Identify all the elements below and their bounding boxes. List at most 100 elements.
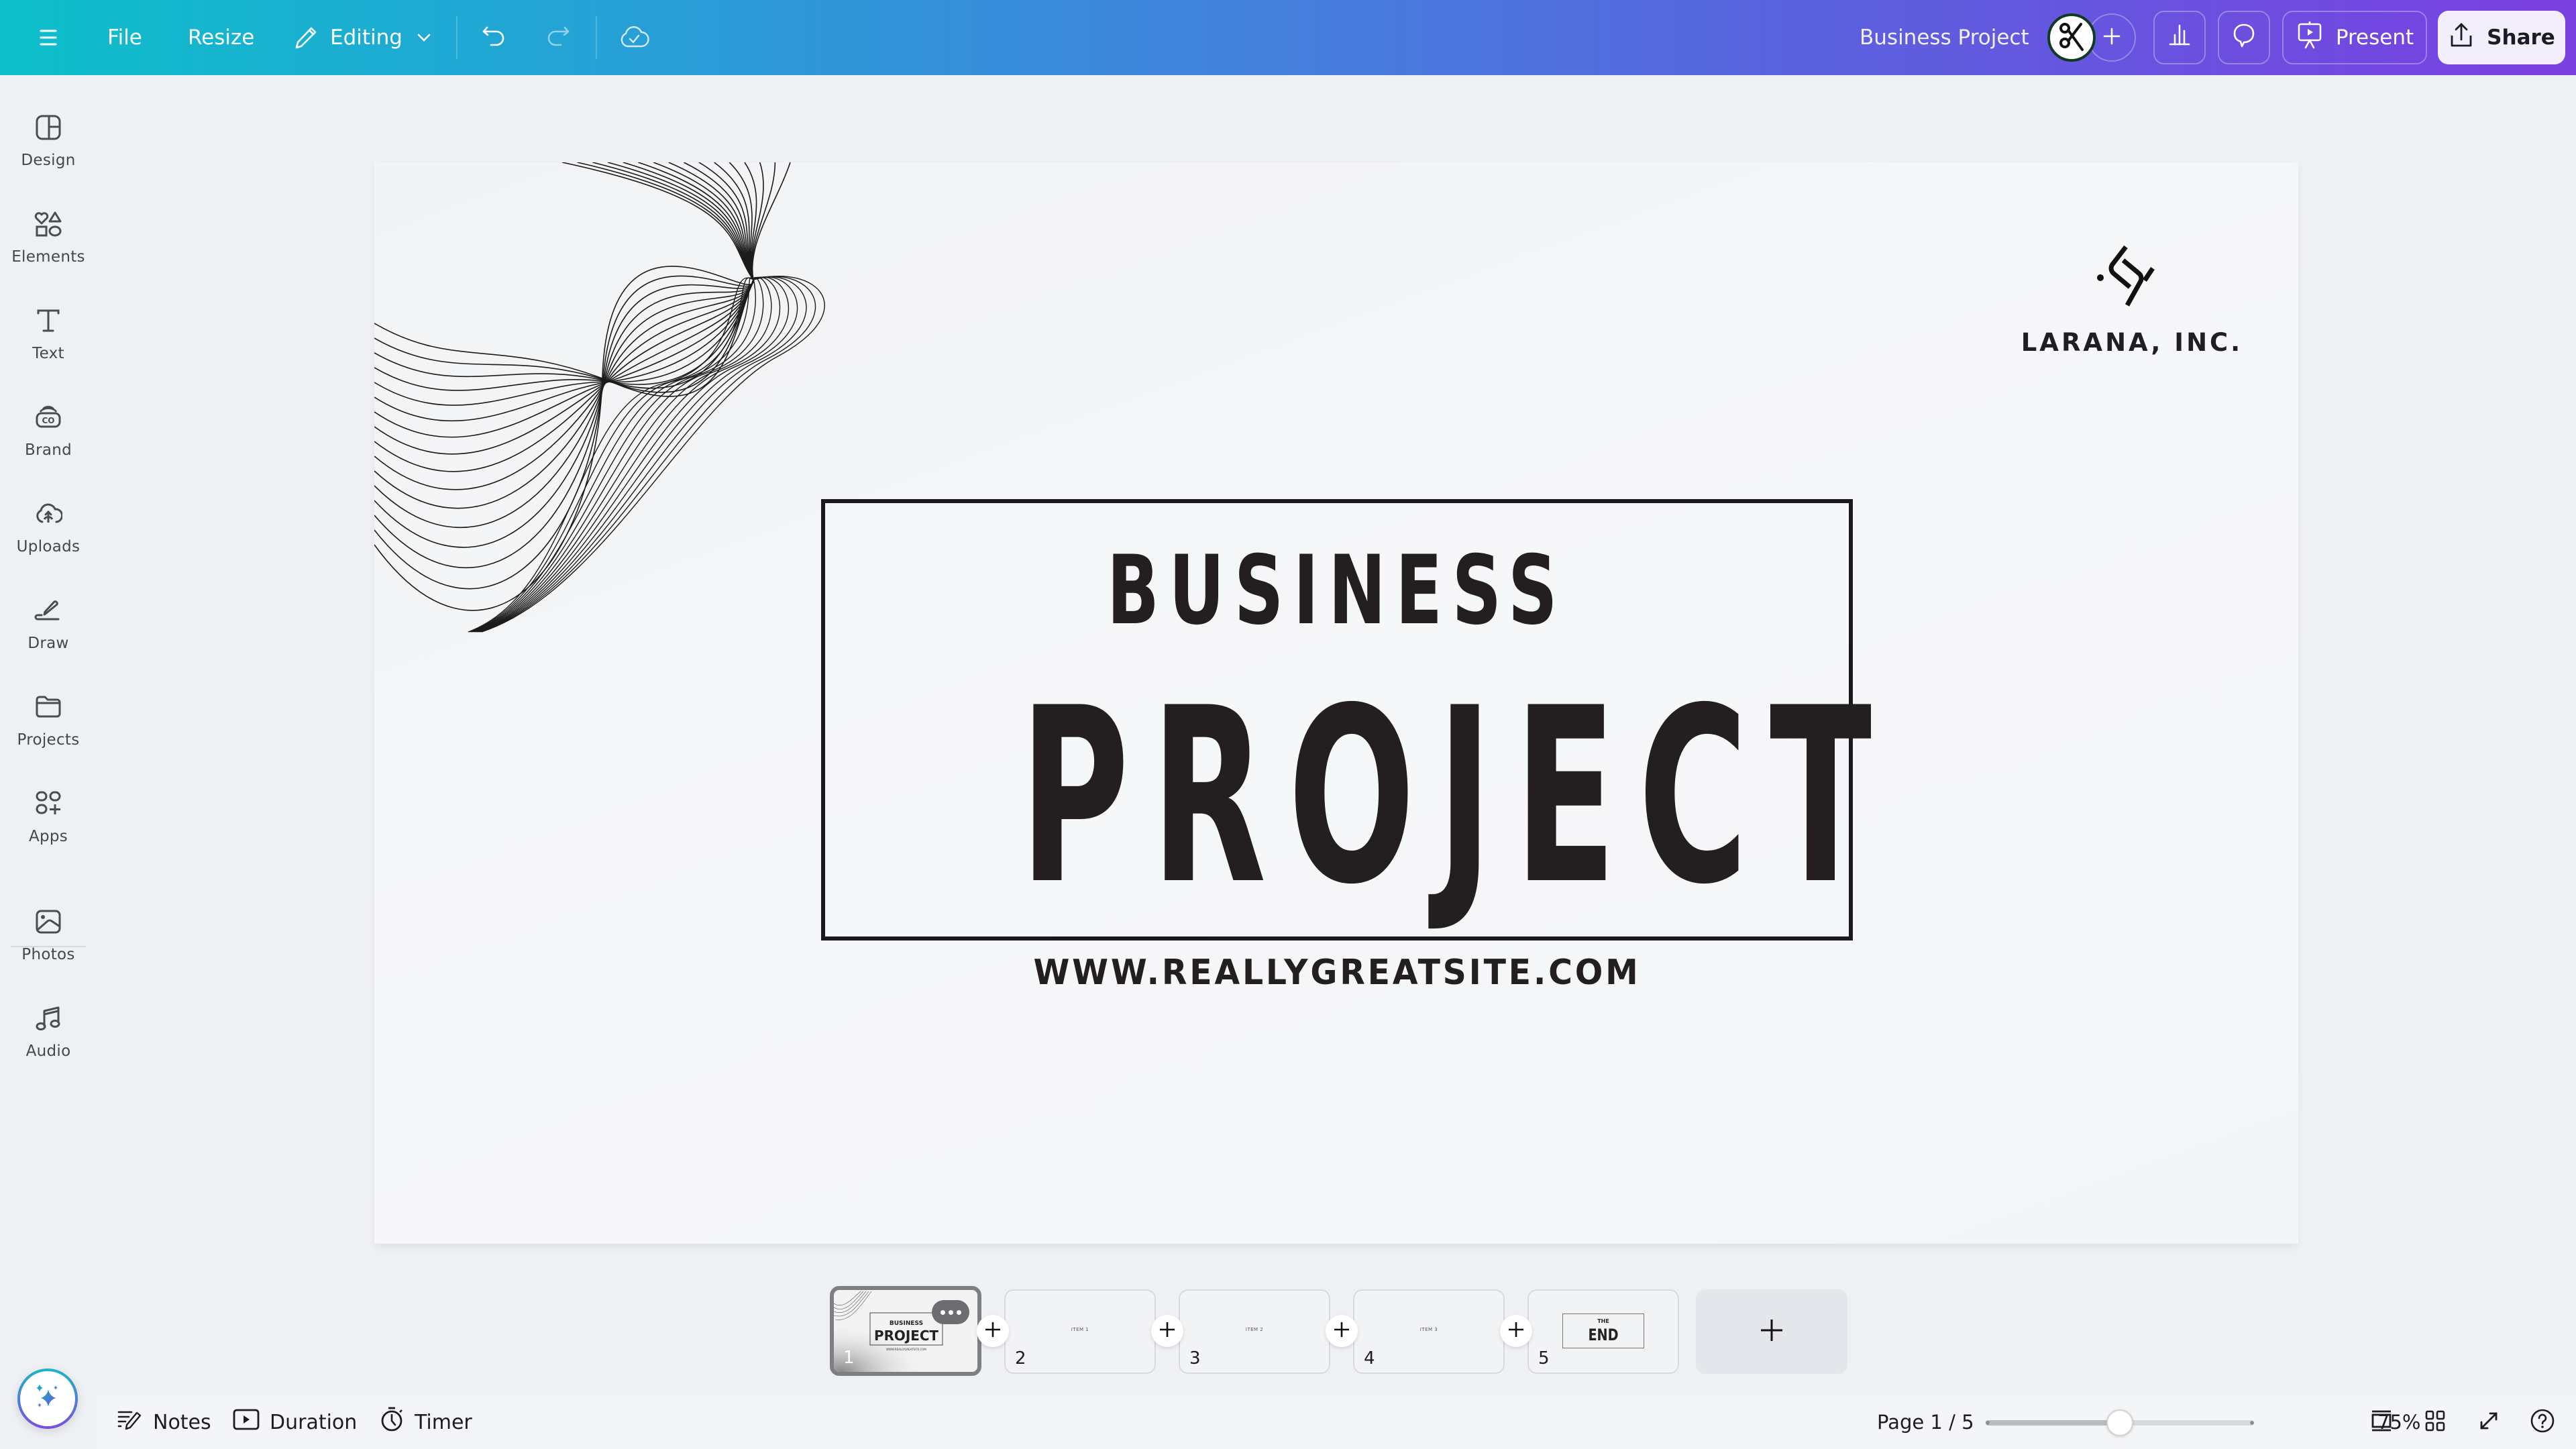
sidebar-item-uploads[interactable]: Uploads bbox=[0, 484, 97, 572]
zoom-min-dot bbox=[1986, 1421, 1990, 1425]
timer-label: Timer bbox=[415, 1410, 472, 1434]
plus-icon bbox=[983, 1320, 1002, 1342]
comments-button[interactable] bbox=[2218, 11, 2270, 64]
plus-icon bbox=[1507, 1320, 1525, 1342]
layout-icon bbox=[32, 111, 64, 144]
dot-icon bbox=[948, 1309, 953, 1315]
text-icon bbox=[32, 305, 64, 337]
page-number: 2 bbox=[1015, 1348, 1026, 1368]
help-button[interactable] bbox=[2529, 1409, 2556, 1436]
duration-button[interactable]: Duration bbox=[232, 1395, 357, 1449]
thumbnail-end-frame: THE END bbox=[1562, 1313, 1644, 1348]
plus-icon bbox=[2102, 26, 2122, 49]
website-text[interactable]: WWW.REALLYGREATSITE.COM bbox=[852, 953, 1822, 993]
sidebar-item-label: Audio bbox=[25, 1042, 71, 1060]
wave-line bbox=[374, 162, 754, 391]
add-page-between-button[interactable] bbox=[1151, 1315, 1183, 1347]
duration-label: Duration bbox=[270, 1410, 358, 1434]
save-status-button[interactable] bbox=[617, 0, 651, 75]
redo-icon bbox=[542, 22, 573, 53]
document-title[interactable]: Business Project bbox=[1860, 0, 2029, 75]
add-page-between-button[interactable] bbox=[1326, 1315, 1358, 1347]
sidebar-item-projects[interactable]: Projects bbox=[0, 678, 97, 765]
help-icon bbox=[2530, 1408, 2555, 1436]
wave-line bbox=[479, 276, 807, 633]
zoom-slider-handle[interactable] bbox=[2106, 1409, 2133, 1436]
add-page-button[interactable] bbox=[1696, 1289, 1847, 1374]
add-page-between-button[interactable] bbox=[1500, 1315, 1532, 1347]
sidebar-item-draw[interactable]: Draw bbox=[0, 581, 97, 668]
sidebar-item-elements[interactable]: Elements bbox=[0, 195, 97, 282]
wave-line bbox=[472, 277, 756, 633]
wave-line bbox=[475, 276, 781, 633]
present-button[interactable]: Present bbox=[2282, 11, 2427, 64]
page-thumbnail-2[interactable]: ITEM 1 2 bbox=[1004, 1289, 1156, 1374]
thumbnail-preview-text: ITEM 1 bbox=[1071, 1327, 1089, 1332]
presentation-icon bbox=[2296, 20, 2324, 55]
sidebar-item-label: Projects bbox=[17, 731, 80, 749]
sidebar-item-brand[interactable]: CO Brand bbox=[0, 388, 97, 475]
stopwatch-icon bbox=[378, 1406, 405, 1438]
wave-line bbox=[374, 162, 754, 422]
hamburger-menu-icon bbox=[35, 24, 62, 51]
thumb-title-large: PROJECT bbox=[874, 1328, 938, 1344]
sidebar-item-label: Apps bbox=[28, 828, 68, 845]
comment-icon bbox=[2231, 21, 2257, 54]
sidebar-item-text[interactable]: Text bbox=[0, 291, 97, 378]
share-button[interactable]: Share bbox=[2438, 11, 2565, 64]
fullscreen-button[interactable] bbox=[2475, 1409, 2502, 1436]
avatar[interactable] bbox=[2047, 13, 2096, 62]
top-toolbar: File Resize Editing Business Project Pre… bbox=[0, 0, 2576, 75]
sidebar-item-photos[interactable]: Photos bbox=[0, 892, 97, 979]
grid-view-button[interactable] bbox=[2422, 1409, 2449, 1436]
company-name: LARANA, INC. bbox=[2021, 328, 2243, 357]
toolbar-divider bbox=[456, 16, 458, 59]
page-thumbnail-4[interactable]: ITEM 3 4 bbox=[1353, 1289, 1505, 1374]
cloud-upload-icon bbox=[32, 498, 64, 530]
company-logo[interactable]: LARANA, INC. bbox=[1998, 243, 2266, 364]
single-page-view-button[interactable] bbox=[2368, 1409, 2395, 1436]
editing-mode-dropdown[interactable]: Editing bbox=[291, 0, 433, 75]
duration-icon bbox=[232, 1406, 260, 1438]
toolbar-divider bbox=[596, 16, 597, 59]
add-page-between-button[interactable] bbox=[977, 1315, 1009, 1347]
page-thumbnail-3[interactable]: ITEM 2 3 bbox=[1179, 1289, 1330, 1374]
page-indicator[interactable]: Page 1 / 5 bbox=[1877, 1395, 1974, 1449]
shapes-icon bbox=[32, 208, 64, 240]
undo-button[interactable] bbox=[479, 0, 510, 75]
title-line-project[interactable]: PROJECT bbox=[1020, 676, 1872, 918]
zoom-slider-fill bbox=[1986, 1420, 2120, 1426]
title-line-business[interactable]: BUSINESS bbox=[969, 543, 1706, 639]
thumbnail-preview-text: ITEM 2 bbox=[1245, 1327, 1264, 1332]
bar-chart-icon bbox=[2166, 21, 2193, 54]
timer-button[interactable]: Timer bbox=[378, 1395, 472, 1449]
pen-icon bbox=[32, 594, 64, 627]
file-menu-button[interactable]: File bbox=[107, 0, 142, 75]
editing-label: Editing bbox=[330, 25, 402, 50]
sidebar-item-design[interactable]: Design bbox=[0, 98, 97, 185]
title-frame[interactable]: BUSINESS PROJECT bbox=[821, 499, 1872, 941]
sidebar-item-apps[interactable]: Apps bbox=[0, 774, 97, 861]
slide-canvas[interactable]: LARANA, INC. BUSINESS PROJECT WWW.REALLY… bbox=[374, 162, 2298, 1244]
main-menu-button[interactable] bbox=[35, 0, 62, 75]
redo-button[interactable] bbox=[542, 0, 573, 75]
page-number: 4 bbox=[1364, 1348, 1375, 1368]
insights-button[interactable] bbox=[2153, 11, 2206, 64]
magic-assistant-button[interactable] bbox=[17, 1368, 78, 1429]
thumbnail-preview-text: ITEM 3 bbox=[1419, 1327, 1438, 1332]
zoom-slider[interactable] bbox=[1986, 1409, 2254, 1436]
sidebar-item-label: Brand bbox=[24, 441, 72, 459]
thumb-end-large: END bbox=[1588, 1326, 1619, 1344]
grid-view-icon bbox=[2423, 1409, 2447, 1436]
page-number: 5 bbox=[1538, 1348, 1550, 1368]
resize-button[interactable]: Resize bbox=[188, 0, 254, 75]
sidebar-item-label: Photos bbox=[21, 946, 75, 963]
sparkle-icon bbox=[30, 1380, 65, 1417]
thumb-site: WWW.REALLYGREATSITE.COM bbox=[886, 1348, 926, 1351]
page-options-button[interactable] bbox=[932, 1300, 969, 1324]
sidebar-item-audio[interactable]: Audio bbox=[0, 989, 97, 1076]
notes-button[interactable]: Notes bbox=[117, 1395, 211, 1449]
page-thumbnail-5[interactable]: THE END 5 bbox=[1527, 1289, 1679, 1374]
wave-line bbox=[374, 162, 754, 509]
page-thumbnail-1[interactable]: BUSINESS PROJECT WWW.REALLYGREATSITE.COM… bbox=[830, 1286, 981, 1376]
